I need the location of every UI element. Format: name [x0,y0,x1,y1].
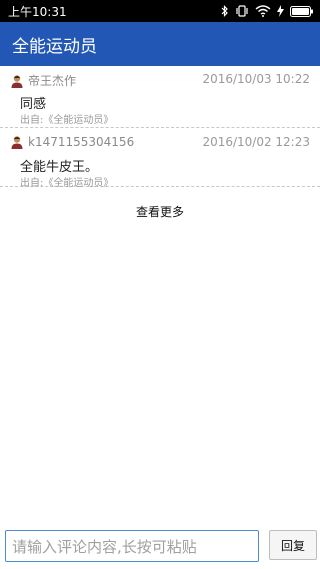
comment-input-placeholder: 请输入评论内容,长按可粘贴 [12,537,197,556]
comment-source: 出自:《全能运动员》 [20,115,114,126]
vibrate-icon [236,5,248,17]
status-bar: 上午10:31 [0,0,320,22]
comment-content: 全能牛皮王。 [20,160,99,175]
reply-button[interactable]: 回复 [269,530,317,560]
status-icons [221,5,314,17]
app-bar: 全能运动员 [0,22,320,66]
comment-header: 帝王杰作 [10,72,76,89]
comment-content: 同感 [20,97,47,112]
comment-time: 2016/10/03 10:22 [202,72,310,86]
wifi-icon [255,5,271,17]
page-title: 全能运动员 [12,36,97,57]
load-more-button[interactable]: 查看更多 [0,203,320,220]
battery-icon [290,5,313,17]
reply-bar: 请输入评论内容,长按可粘贴 回复 [0,525,320,569]
comment-input[interactable]: 请输入评论内容,长按可粘贴 [5,530,259,562]
bluetooth-icon [221,5,228,17]
comment-header: k1471155304156 [10,135,134,149]
user-avatar-icon [11,136,23,149]
status-time: 上午10:31 [8,4,67,19]
charging-icon [277,5,284,17]
comment-source: 出自:《全能运动员》 [20,178,114,189]
user-avatar-icon [11,74,23,88]
comment-item[interactable]: k1471155304156 2016/10/02 12:23 全能牛皮王。 出… [0,129,320,189]
comment-time: 2016/10/02 12:23 [202,135,310,149]
comment-author: k1471155304156 [28,135,135,149]
comment-author: 帝王杰作 [28,74,77,88]
comment-item[interactable]: 帝王杰作 2016/10/03 10:22 同感 出自:《全能运动员》 [0,66,320,128]
